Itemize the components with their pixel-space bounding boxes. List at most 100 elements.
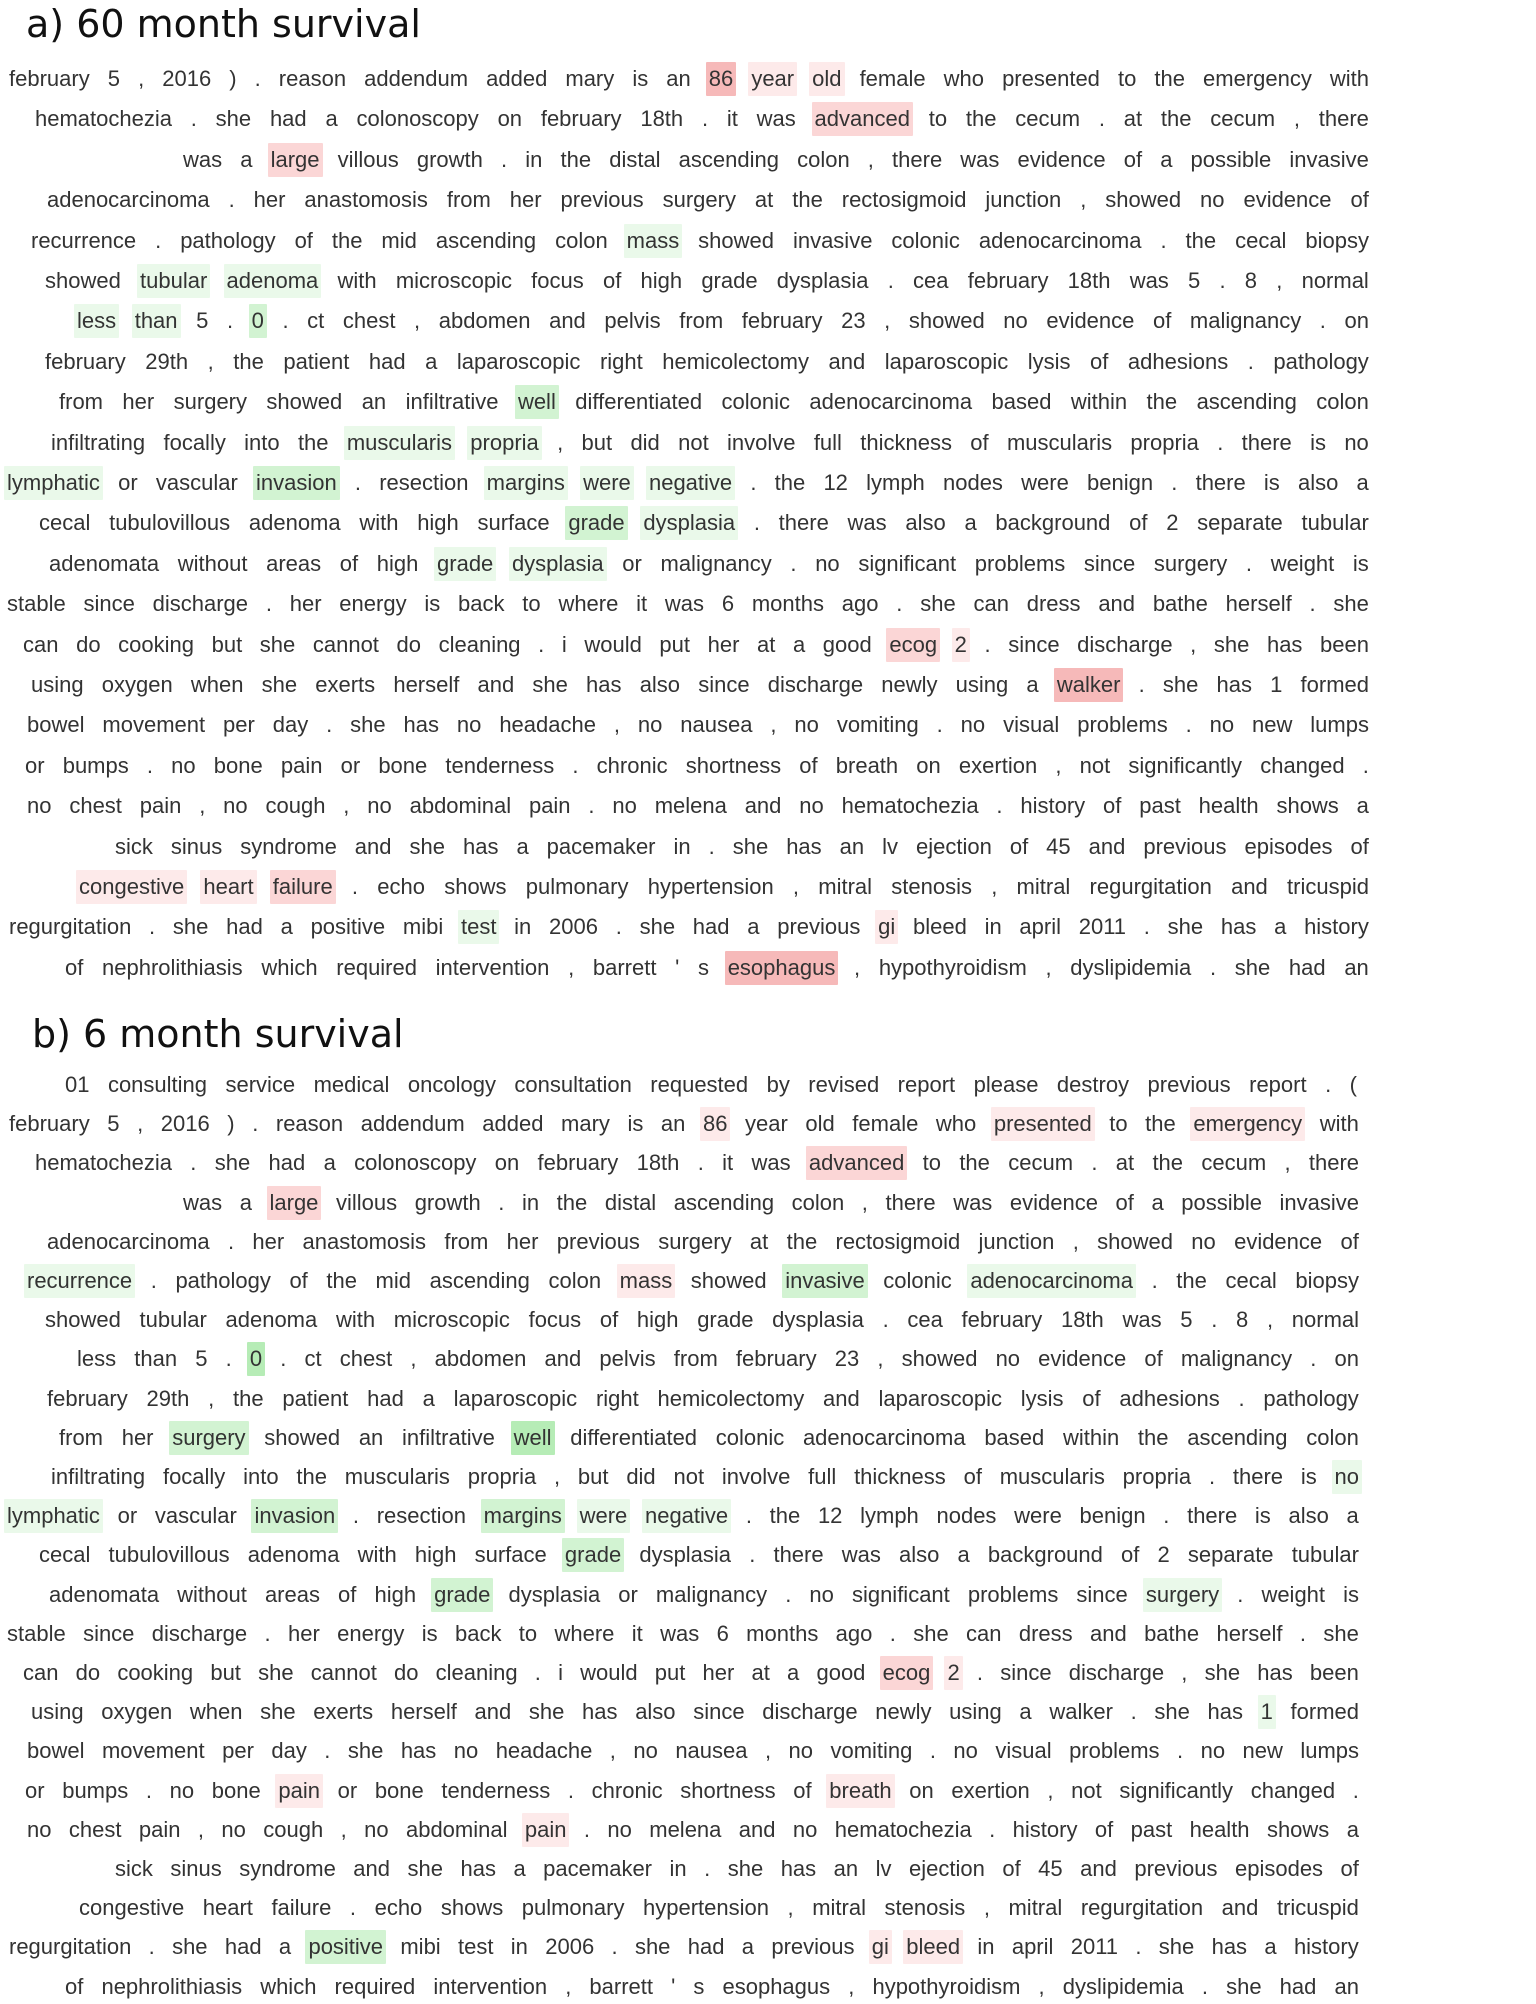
text-line: sick sinus syndrome and she has a pacema…: [112, 1852, 1362, 1886]
token: history: [1304, 914, 1369, 940]
token: a: [516, 833, 529, 859]
highlighted-token: failure: [269, 870, 336, 904]
token: resection: [379, 470, 469, 495]
token: an: [660, 1111, 686, 1137]
token: and: [1088, 833, 1126, 859]
token: lumps: [1310, 712, 1369, 738]
token: 2: [1166, 510, 1179, 536]
token: intervention: [435, 954, 550, 980]
highlighted-token: advanced: [805, 1146, 908, 1181]
token: colonic: [891, 227, 960, 253]
token: .: [150, 1268, 157, 1293]
token: it: [726, 106, 738, 132]
token: .: [225, 1346, 232, 1372]
token: no: [612, 793, 637, 819]
token: but: [211, 631, 243, 657]
token: ,: [1181, 1660, 1188, 1685]
token: cooking: [118, 631, 194, 657]
highlighted-token: advanced: [811, 102, 913, 137]
token: the: [1154, 66, 1185, 91]
token: had: [269, 106, 307, 132]
token: .: [501, 146, 508, 172]
token: colon: [1306, 1424, 1359, 1450]
highlighted-token: grade: [561, 1538, 625, 1573]
token: the: [232, 1385, 264, 1411]
token: 2: [1157, 1542, 1170, 1568]
token: .: [1209, 954, 1217, 980]
highlighted-token: old: [809, 62, 845, 96]
token: failure: [271, 1895, 332, 1921]
token: or: [340, 752, 361, 778]
token: history: [1020, 793, 1086, 819]
text-line: hematochezia . she had a colonoscopy on …: [32, 1146, 1362, 1181]
token: can: [23, 1660, 59, 1685]
token: of: [339, 550, 359, 576]
token: by: [766, 1072, 790, 1097]
token: no: [27, 793, 52, 819]
token: per: [222, 1738, 254, 1764]
token: her: [122, 389, 155, 415]
token: pain: [138, 1816, 181, 1842]
highlighted-token: pain: [275, 1773, 323, 1808]
token: .: [611, 1934, 618, 1960]
token: benign: [1087, 470, 1154, 495]
highlighted-token: dysplasia: [640, 506, 739, 541]
text-line: bowel movement per day . she has no head…: [24, 708, 1372, 742]
token: there: [773, 1542, 824, 1568]
token: she: [1333, 591, 1369, 617]
token: bone: [374, 1777, 424, 1803]
token: muscularis: [999, 1464, 1105, 1489]
token: history: [1293, 1934, 1359, 1960]
token: newly: [881, 672, 938, 697]
highlighted-token: year: [748, 62, 798, 96]
token: ,: [991, 874, 998, 899]
token: no: [953, 1738, 978, 1764]
token: hypothyroidism: [878, 954, 1027, 980]
token: it: [722, 1150, 734, 1176]
token: involve: [721, 1464, 791, 1489]
token: .: [280, 1346, 287, 1372]
token: day: [272, 712, 309, 738]
token: ,: [983, 1895, 990, 1921]
token: hematochezia: [35, 1150, 172, 1176]
token: of: [799, 752, 818, 778]
token: was: [960, 146, 1000, 172]
token: adenocarcinoma: [978, 227, 1142, 253]
token: pacemaker: [543, 1856, 653, 1881]
token: dress: [1026, 591, 1081, 617]
text-line: of nephrolithiasis which required interv…: [62, 950, 1372, 985]
token: .: [1151, 1268, 1158, 1293]
token: pelvis: [604, 308, 661, 334]
token: chest: [69, 793, 122, 819]
token: .: [282, 308, 289, 334]
token: tubular: [1301, 510, 1369, 536]
token: ejection: [916, 833, 992, 859]
token: stenosis: [884, 1895, 966, 1921]
token: stenosis: [891, 874, 972, 899]
token: 29th: [145, 348, 189, 374]
token: growth: [416, 146, 483, 172]
token: .: [1138, 672, 1145, 697]
token: ,: [1190, 631, 1197, 657]
token: .: [155, 227, 162, 253]
token: an: [361, 389, 387, 415]
highlighted-token: 86: [705, 62, 737, 96]
token: junction: [985, 187, 1062, 213]
token: had: [692, 914, 730, 940]
token: .: [146, 752, 154, 778]
token: february: [45, 348, 126, 374]
token: there: [1308, 1150, 1360, 1176]
token: discharge: [767, 672, 864, 697]
token: bone: [211, 1777, 261, 1803]
token: dyslipidemia: [1062, 1973, 1184, 1999]
token: april: [1019, 914, 1061, 940]
token: had: [224, 1934, 262, 1960]
token: dyslipidemia: [1070, 954, 1192, 980]
token: were: [1021, 470, 1069, 495]
token: colonic: [721, 389, 790, 415]
token: using: [955, 672, 1009, 697]
token: an: [666, 66, 691, 91]
token: growth: [414, 1189, 481, 1215]
token: ,: [764, 1738, 772, 1764]
token: not: [678, 429, 709, 455]
